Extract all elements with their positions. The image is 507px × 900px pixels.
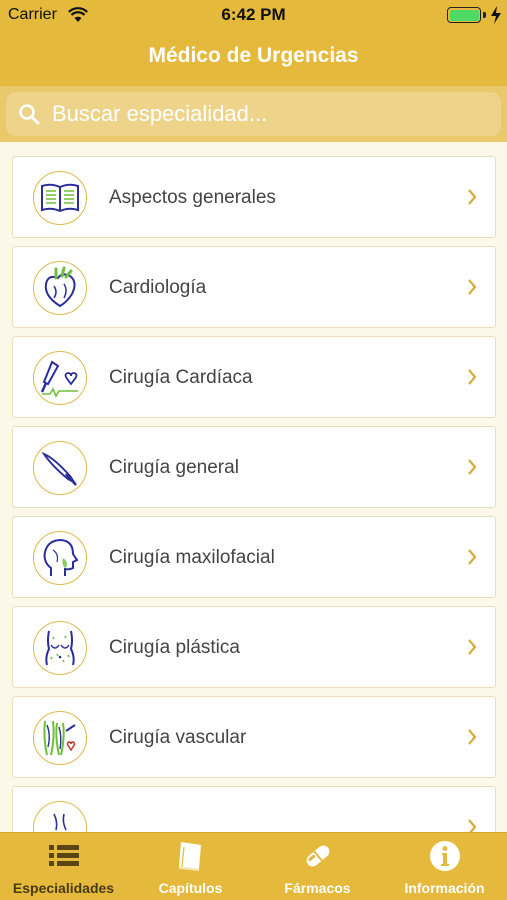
list-item[interactable]: Aspectos generales <box>12 156 496 238</box>
info-icon <box>430 841 460 871</box>
search-container <box>0 86 507 142</box>
scalpel-icon <box>41 451 77 486</box>
partial-icon <box>53 813 67 831</box>
status-bar: Carrier 6:42 PM <box>0 0 507 30</box>
chevron-right-icon <box>468 819 477 832</box>
clock: 6:42 PM <box>221 5 286 24</box>
navigation-bar: Carrier 6:42 PM Médico de Urgencias <box>0 0 507 86</box>
list-item[interactable]: Cirugía maxilofacial <box>12 516 496 598</box>
list-item[interactable] <box>12 786 496 832</box>
tab-especialidades[interactable]: Especialidades <box>0 833 127 900</box>
pill-icon <box>306 845 330 867</box>
book-closed-icon <box>179 842 201 871</box>
tab-farmacos[interactable]: Fármacos <box>254 833 381 900</box>
chevron-right-icon <box>468 189 477 205</box>
chevron-right-icon <box>468 459 477 475</box>
tab-bar: Especialidades Capítulos Fármacos Inform… <box>0 832 507 900</box>
list-item-label: Cirugía Cardíaca <box>109 367 253 388</box>
list-item-label: Cirugía maxilofacial <box>109 547 275 568</box>
heart-anatomy-icon <box>44 266 76 308</box>
battery-icon <box>447 7 481 23</box>
torso-icon <box>45 630 75 666</box>
specialty-list: Aspectos generales Cardiología Cirugía C… <box>0 142 507 832</box>
charging-icon <box>491 6 501 24</box>
search-bar[interactable] <box>6 92 501 136</box>
list-item[interactable]: Cirugía plástica <box>12 606 496 688</box>
list-item[interactable]: Cardiología <box>12 246 496 328</box>
list-item-label: Cirugía general <box>109 457 239 478</box>
chevron-right-icon <box>468 549 477 565</box>
list-item-label: Cirugía plástica <box>109 637 240 658</box>
list-item[interactable]: Cirugía Cardíaca <box>12 336 496 418</box>
list-item-label: Aspectos generales <box>109 187 276 208</box>
chevron-right-icon <box>468 369 477 385</box>
list-item-label: Cirugía vascular <box>109 727 247 748</box>
list-item-label: Cardiología <box>109 277 207 298</box>
tab-label: Información <box>404 880 485 896</box>
scalpel-heart-icon <box>40 360 78 398</box>
chevron-right-icon <box>468 729 477 745</box>
tab-label: Especialidades <box>12 880 115 896</box>
chevron-right-icon <box>468 639 477 655</box>
search-input[interactable] <box>52 92 492 136</box>
book-icon <box>41 183 79 213</box>
chevron-right-icon <box>468 279 477 295</box>
tab-informacion[interactable]: Información <box>381 833 507 900</box>
page-title: Médico de Urgencias <box>148 44 359 67</box>
legs-veins-icon <box>43 720 76 756</box>
list-item[interactable]: Cirugía vascular <box>12 696 496 778</box>
tab-label: Capítulos <box>158 880 223 896</box>
search-icon <box>19 104 40 125</box>
list-icon <box>49 845 79 866</box>
list-item[interactable]: Cirugía general <box>12 426 496 508</box>
head-profile-icon <box>43 538 79 576</box>
tab-capitulos[interactable]: Capítulos <box>127 833 254 900</box>
tab-label: Fármacos <box>284 880 351 896</box>
